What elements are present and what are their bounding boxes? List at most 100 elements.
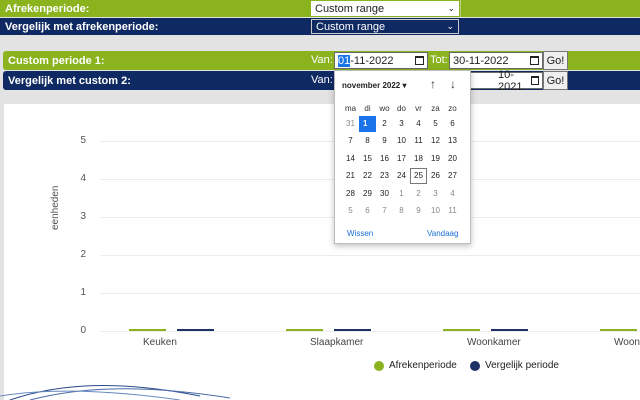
calendar-day[interactable]: 14 <box>342 151 359 167</box>
bar[interactable] <box>491 329 528 331</box>
calendar-day[interactable]: 2 <box>376 116 393 132</box>
bar[interactable] <box>129 329 166 331</box>
calendar-day[interactable]: 10 <box>393 133 410 149</box>
clear-link[interactable]: Wissen <box>347 229 373 238</box>
afrekenperiode-select[interactable]: Custom range ⌄ <box>311 1 459 16</box>
y-tick-label: 3 <box>80 211 86 222</box>
legend-dot-icon <box>374 360 384 371</box>
calendar-day[interactable]: 8 <box>393 203 410 219</box>
calendar-day[interactable]: 3 <box>393 116 410 132</box>
calendar-day[interactable]: 7 <box>376 203 393 219</box>
x-tick-label: Woonkamer <box>467 337 521 348</box>
van-label: Van: <box>311 54 333 66</box>
calendar-day[interactable]: 11 <box>444 203 461 219</box>
calendar-day[interactable]: 24 <box>393 168 410 184</box>
tot-date-input[interactable]: 30-11-2022 <box>449 52 543 69</box>
x-tick-label: Woon <box>614 337 640 348</box>
gridline <box>100 293 640 294</box>
date-picker-popup: november 2022 ▾ ↑ ↓ ma di wo do vr za zo 31 1 2 3… <box>334 70 471 244</box>
month-year-label: november 2022 <box>342 81 401 90</box>
calendar-day[interactable]: 5 <box>427 116 444 132</box>
calendar-day[interactable]: 29 <box>359 186 376 202</box>
calendar-day[interactable]: 31 <box>342 116 359 132</box>
calendar-day[interactable]: 8 <box>359 133 376 149</box>
custom-periode-1-bar: Custom periode 1: Van: 01-11-2022 Tot: 3… <box>3 51 640 70</box>
calendar-day[interactable]: 1 <box>359 116 376 132</box>
legend-label: Vergelijk periode <box>485 360 559 371</box>
today-link[interactable]: Vandaag <box>427 229 458 238</box>
calendar-day[interactable]: 13 <box>444 133 461 149</box>
calendar-day[interactable]: 2 <box>410 186 427 202</box>
y-tick-label: 0 <box>80 325 86 336</box>
previous-month-arrow-icon[interactable]: ↑ <box>430 77 436 91</box>
legend-item[interactable]: Afrekenperiode <box>374 360 457 371</box>
calendar-icon[interactable] <box>415 56 424 65</box>
van-date-input[interactable]: 01-11-2022 <box>334 52 428 69</box>
calendar-day[interactable]: 21 <box>342 168 359 184</box>
calendar-day[interactable]: 23 <box>376 168 393 184</box>
weekday-header: za <box>431 104 440 113</box>
vergelijk-afrekenperiode-label: Vergelijk met afrekenperiode: <box>5 20 159 33</box>
bar[interactable] <box>443 329 480 331</box>
divider <box>460 0 461 17</box>
custom-periode-1-label: Custom periode 1: <box>8 54 105 67</box>
x-tick-label: Slaapkamer <box>310 337 364 348</box>
legend-item[interactable]: Vergelijk periode <box>470 360 559 371</box>
calendar-day[interactable]: 27 <box>444 168 461 184</box>
afrekenperiode-bar: Afrekenperiode: Custom range ⌄ <box>0 0 640 17</box>
decorative-swirl <box>0 385 231 400</box>
vergelijk-afrekenperiode-select[interactable]: Custom range ⌄ <box>311 19 459 34</box>
calendar-day[interactable]: 22 <box>359 168 376 184</box>
calendar-day[interactable]: 20 <box>444 151 461 167</box>
gridline <box>100 255 640 256</box>
legend-label: Afrekenperiode <box>389 360 457 371</box>
weekday-header: vr <box>415 104 422 113</box>
calendar-day[interactable]: 6 <box>359 203 376 219</box>
calendar-day[interactable]: 30 <box>376 186 393 202</box>
legend-dot-icon <box>470 360 480 371</box>
calendar-day[interactable]: 4 <box>444 186 461 202</box>
calendar-day[interactable]: 4 <box>410 116 427 132</box>
bar[interactable] <box>334 329 371 331</box>
chevron-down-icon: ⌄ <box>447 3 455 13</box>
calendar-day[interactable]: 18 <box>410 151 427 167</box>
weekday-header: di <box>364 104 371 113</box>
van-day-segment[interactable]: 01 <box>338 54 351 67</box>
y-tick-label: 5 <box>80 135 86 146</box>
gridline <box>100 331 640 332</box>
calendar-day[interactable]: 15 <box>359 151 376 167</box>
weekday-header: wo <box>379 104 390 113</box>
calendar-day[interactable]: 28 <box>342 186 359 202</box>
month-year-selector[interactable]: november 2022 ▾ <box>342 81 407 90</box>
vergelijk-afrekenperiode-bar: Vergelijk met afrekenperiode: Custom ran… <box>0 18 640 35</box>
calendar-day[interactable]: 6 <box>444 116 461 132</box>
calendar-day[interactable]: 5 <box>342 203 359 219</box>
afrekenperiode-value: Custom range <box>315 2 385 15</box>
calendar-day[interactable]: 9 <box>410 203 427 219</box>
next-month-arrow-icon[interactable]: ↓ <box>450 77 456 91</box>
bar[interactable] <box>177 329 214 331</box>
calendar-day[interactable]: 10 <box>427 203 444 219</box>
afrekenperiode-label: Afrekenperiode: <box>5 2 90 15</box>
bar[interactable] <box>286 329 323 331</box>
calendar-day[interactable]: 26 <box>427 168 444 184</box>
calendar-day[interactable]: 7 <box>342 133 359 149</box>
van-date-rest: -11-2022 <box>350 54 394 67</box>
go-button[interactable]: Go! <box>543 51 568 70</box>
x-tick-label: Keuken <box>143 337 177 348</box>
weekday-header: do <box>397 104 406 113</box>
weekday-header: ma <box>344 104 357 113</box>
calendar-icon[interactable] <box>530 56 539 65</box>
calendar-day[interactable]: 3 <box>427 186 444 202</box>
calendar-day[interactable]: 19 <box>427 151 444 167</box>
calendar-day[interactable]: 25 <box>410 168 427 185</box>
calendar-day[interactable]: 9 <box>376 133 393 149</box>
calendar-day[interactable]: 17 <box>393 151 410 167</box>
calendar-day[interactable]: 16 <box>376 151 393 167</box>
calendar-day[interactable]: 12 <box>427 133 444 149</box>
calendar-day[interactable]: 1 <box>393 186 410 202</box>
calendar-icon[interactable] <box>531 76 539 85</box>
calendar-day[interactable]: 11 <box>410 133 427 149</box>
bar[interactable] <box>600 329 637 331</box>
go-button-2[interactable]: Go! <box>543 71 568 90</box>
